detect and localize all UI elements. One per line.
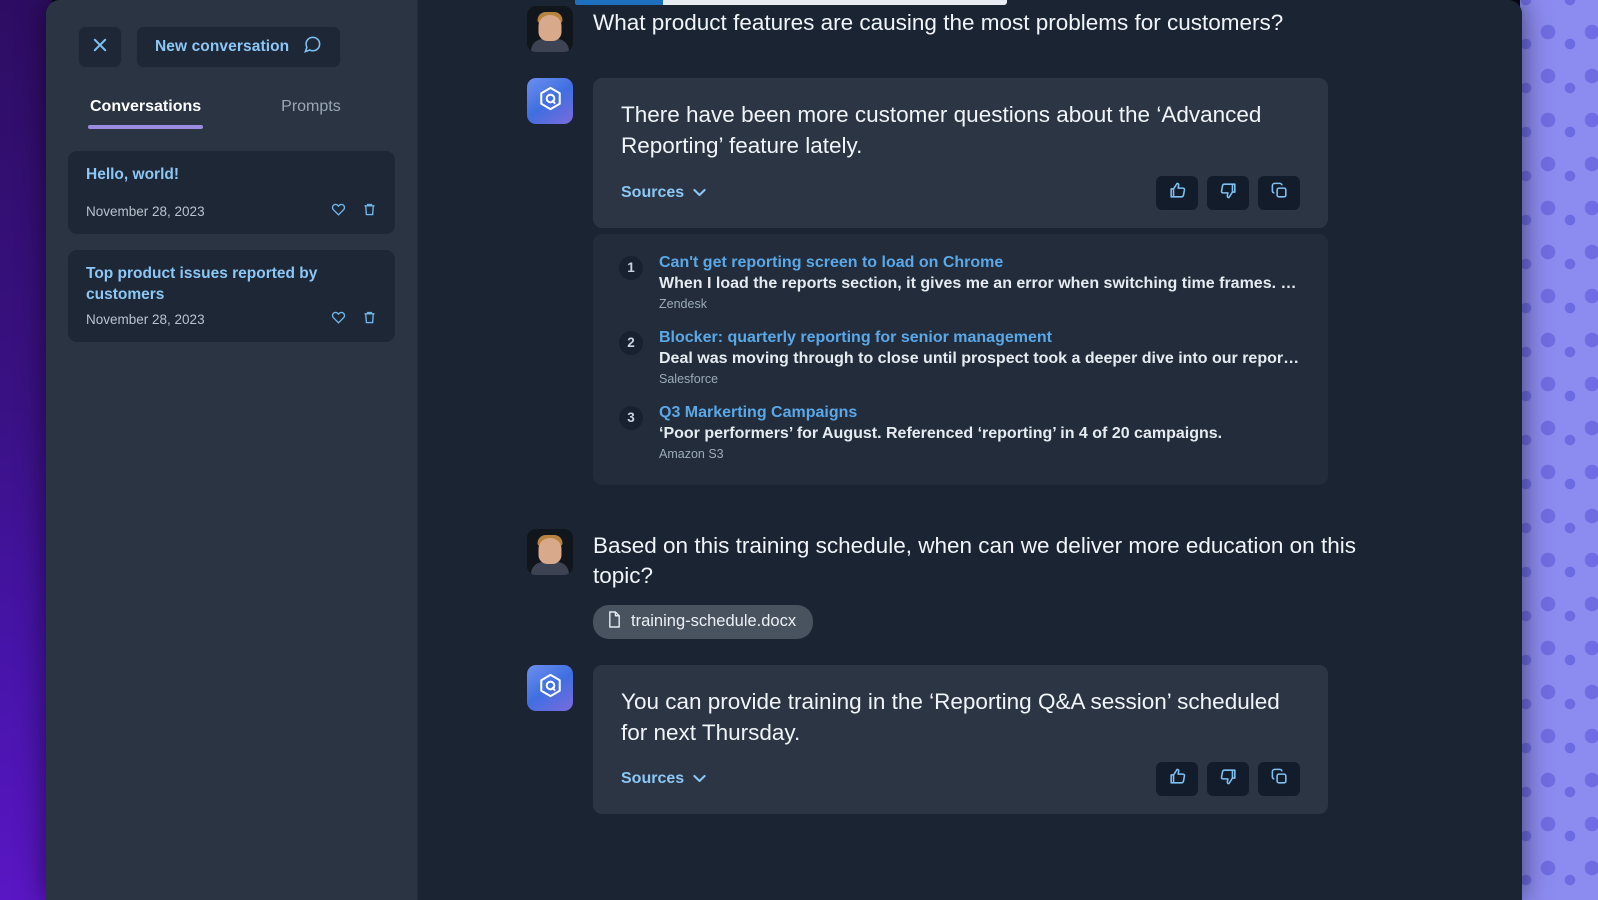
conversations-sidebar: New conversation Conversations Prompts H… <box>46 0 418 900</box>
conversation-list: Hello, world! November 28, 2023 Top prod… <box>46 129 417 342</box>
close-sidebar-button[interactable] <box>78 26 122 68</box>
decorative-purple-gradient <box>0 0 52 900</box>
source-title[interactable]: Blocker: quarterly reporting for senior … <box>659 329 1302 347</box>
bubble-footer: Sources <box>621 175 1300 210</box>
tab-prompts-label: Prompts <box>281 98 341 115</box>
sidebar-tabs: Conversations Prompts <box>46 68 417 129</box>
copy-icon <box>1270 181 1289 205</box>
message-assistant-1: There have been more customer questions … <box>419 78 1522 228</box>
favorite-heart-icon[interactable] <box>331 310 346 330</box>
app-window: New conversation Conversations Prompts H… <box>46 0 1522 900</box>
conversation-date: November 28, 2023 <box>86 204 205 220</box>
sources-panel: 1 Can't get reporting screen to load on … <box>593 233 1328 485</box>
list-item[interactable]: Hello, world! November 28, 2023 <box>68 151 395 234</box>
assistant-hexagon-icon <box>537 85 564 117</box>
list-item[interactable]: Top product issues reported by customers… <box>68 249 395 342</box>
new-conversation-button[interactable]: New conversation <box>136 26 342 68</box>
assistant-hexagon-icon <box>537 672 564 704</box>
conversation-meta: November 28, 2023 <box>86 202 377 222</box>
conversation-meta: November 28, 2023 <box>86 310 377 330</box>
new-conversation-label: New conversation <box>155 38 290 55</box>
feedback-buttons <box>1156 175 1300 210</box>
sidebar-toolbar: New conversation <box>46 0 417 68</box>
tab-prompts[interactable]: Prompts <box>281 98 341 129</box>
thumbs-down-icon <box>1219 181 1238 205</box>
tab-conversations-label: Conversations <box>90 98 202 115</box>
source-title[interactable]: Can't get reporting screen to load on Ch… <box>659 254 1302 272</box>
thumbs-down-icon <box>1219 767 1238 791</box>
conversation-actions <box>331 202 377 222</box>
conversation-actions <box>331 310 377 330</box>
feedback-buttons <box>1156 762 1300 797</box>
copy-button[interactable] <box>1258 175 1300 210</box>
source-body: Blocker: quarterly reporting for senior … <box>659 329 1302 386</box>
user-message-text: Based on this training schedule, when ca… <box>593 532 1356 589</box>
progress-fill <box>575 0 663 5</box>
source-number: 1 <box>619 255 643 280</box>
source-snippet: Deal was moving through to close until p… <box>659 349 1300 367</box>
sources-toggle-button[interactable]: Sources <box>621 184 706 202</box>
assistant-bubble: You can provide training in the ‘Reporti… <box>593 664 1328 815</box>
source-item[interactable]: 1 Can't get reporting screen to load on … <box>619 254 1302 311</box>
conversation-title: Hello, world! <box>86 166 179 183</box>
document-icon <box>607 611 622 633</box>
copy-icon <box>1270 767 1289 791</box>
dot-pattern-dots <box>1520 0 1598 900</box>
close-icon <box>91 36 109 59</box>
thumbs-up-icon <box>1168 767 1187 791</box>
sources-label: Sources <box>621 770 685 788</box>
assistant-message-text: There have been more customer questions … <box>621 102 1262 158</box>
source-origin: Amazon S3 <box>659 446 724 461</box>
thumbs-down-button[interactable] <box>1207 175 1249 210</box>
copy-button[interactable] <box>1258 762 1300 797</box>
message-user-2: Based on this training schedule, when ca… <box>419 528 1522 639</box>
source-body: Q3 Markerting Campaigns ‘Poor performers… <box>659 404 1302 461</box>
chat-panel: What product features are causing the mo… <box>419 0 1522 900</box>
assistant-avatar <box>527 78 573 124</box>
attachment-filename: training-schedule.docx <box>631 612 797 631</box>
conversation-title: Top product issues reported by customers <box>86 264 318 303</box>
conversation-date: November 28, 2023 <box>86 312 205 328</box>
assistant-message-text: You can provide training in the ‘Reporti… <box>621 688 1280 745</box>
chevron-down-icon <box>693 184 706 202</box>
source-item[interactable]: 3 Q3 Markerting Campaigns ‘Poor performe… <box>619 404 1302 461</box>
thumbs-up-button[interactable] <box>1156 175 1198 210</box>
delete-trash-icon[interactable] <box>362 310 377 330</box>
sources-toggle-button[interactable]: Sources <box>621 770 706 788</box>
source-title[interactable]: Q3 Markerting Campaigns <box>659 404 1302 422</box>
source-body: Can't get reporting screen to load on Ch… <box>659 254 1302 311</box>
source-origin: Salesforce <box>659 371 719 386</box>
decorative-dot-pattern <box>1520 0 1598 900</box>
source-snippet: When I load the reports section, it give… <box>659 274 1297 292</box>
tab-conversations[interactable]: Conversations <box>87 98 204 129</box>
source-number: 3 <box>619 405 643 430</box>
thumbs-up-icon <box>1168 181 1187 205</box>
favorite-heart-icon[interactable] <box>331 202 346 222</box>
user-message-text: What product features are causing the mo… <box>593 10 1284 35</box>
chat-bubble-icon <box>303 35 322 59</box>
source-origin: Zendesk <box>659 296 707 311</box>
message-user-1: What product features are causing the mo… <box>419 6 1522 52</box>
sources-label: Sources <box>621 183 685 201</box>
source-number: 2 <box>619 330 643 355</box>
thumbs-down-button[interactable] <box>1207 762 1249 797</box>
chevron-down-icon <box>693 770 706 788</box>
avatar <box>527 6 573 52</box>
attachment-chip[interactable]: training-schedule.docx <box>593 604 814 639</box>
avatar <box>527 528 573 575</box>
assistant-bubble: There have been more customer questions … <box>593 78 1328 228</box>
source-snippet: ‘Poor performers’ for August. Referenced… <box>659 424 1223 442</box>
bubble-footer: Sources <box>621 762 1300 797</box>
delete-trash-icon[interactable] <box>362 202 377 222</box>
message-assistant-2: You can provide training in the ‘Reporti… <box>419 664 1522 815</box>
assistant-avatar <box>527 664 573 711</box>
thumbs-up-button[interactable] <box>1156 762 1198 797</box>
page-progress-bar <box>575 0 1007 5</box>
screenshot-root: New conversation Conversations Prompts H… <box>0 0 1598 900</box>
user-message-block-2: Based on this training schedule, when ca… <box>593 529 1372 639</box>
source-item[interactable]: 2 Blocker: quarterly reporting for senio… <box>619 329 1302 386</box>
